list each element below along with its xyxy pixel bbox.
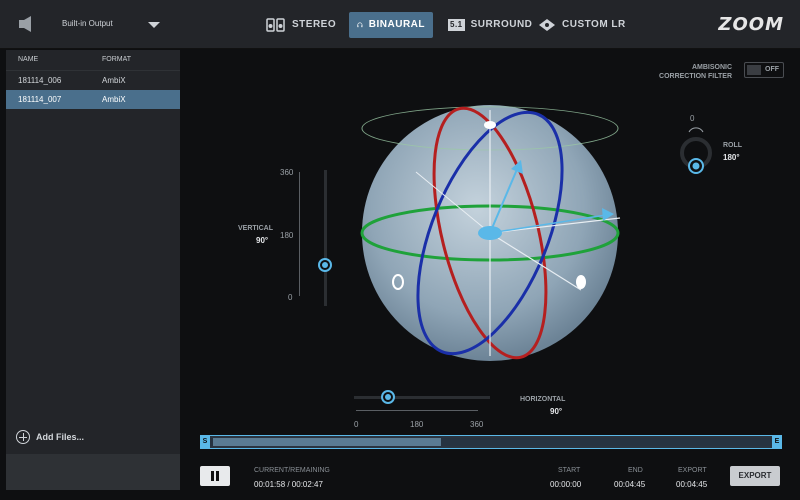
output-device-label: Built-in Output [62, 19, 113, 28]
column-header-format[interactable]: FORMAT [102, 50, 131, 70]
tab-custom-lr-label: CUSTOM LR [562, 19, 626, 30]
surround-51-icon: 5.1 [448, 19, 465, 31]
tab-binaural[interactable]: BINAURAL [349, 12, 433, 38]
pause-button[interactable] [200, 466, 230, 486]
tab-binaural-label: BINAURAL [368, 19, 425, 30]
sidebar-footer [6, 454, 180, 490]
end-label: END [628, 467, 643, 474]
speaker-icon[interactable] [18, 15, 38, 33]
file-name: 181114_007 [18, 95, 62, 104]
vertical-tick-180: 180 [280, 231, 294, 240]
export-duration-value: 00:04:45 [676, 480, 708, 489]
timeline-progress [213, 438, 441, 446]
vertical-slider-handle[interactable] [318, 258, 332, 272]
tab-stereo-label: STEREO [292, 19, 337, 30]
current-remaining-value: 00:01:58 / 00:02:47 [254, 480, 323, 489]
file-list-panel: NAME FORMAT 181114_006 AmbiX 181114_007 … [6, 50, 180, 490]
horizontal-tick-180: 180 [410, 420, 424, 429]
file-name: 181114_006 [18, 76, 62, 85]
file-row[interactable]: 181114_006 AmbiX [6, 71, 180, 90]
tab-stereo[interactable]: STEREO [258, 12, 344, 38]
roll-dial[interactable] [676, 125, 716, 175]
horizontal-tick-0: 0 [354, 420, 359, 429]
custom-lr-icon [539, 19, 555, 31]
export-button[interactable]: EXPORT [730, 466, 780, 486]
horizontal-value: 90° [550, 407, 563, 416]
horizontal-slider-handle[interactable] [381, 390, 395, 404]
tab-custom-lr[interactable]: CUSTOM LR [530, 12, 634, 38]
stereo-icon [266, 18, 285, 32]
headphones-icon [357, 22, 363, 28]
current-remaining-label: CURRENT/REMAINING [254, 467, 330, 474]
toggle-state: OFF [765, 66, 779, 73]
horizontal-slider-track[interactable] [354, 396, 490, 399]
main-panel: AMBISONIC CORRECTION FILTER OFF 0 ROLL 1… [186, 50, 796, 490]
toggle-knob [747, 65, 761, 75]
ambisonic-label-line2: CORRECTION FILTER [659, 73, 732, 80]
chevron-down-icon [148, 22, 160, 28]
roll-dial-top-label: 0 [690, 114, 695, 123]
horizontal-label: HORIZONTAL [520, 396, 566, 403]
file-list-header: NAME FORMAT [6, 50, 180, 71]
timeline-start-marker[interactable]: S [200, 435, 210, 449]
vertical-value: 90° [256, 236, 269, 245]
tab-surround[interactable]: 5.1 SURROUND [440, 12, 540, 38]
ambisonic-filter-label: AMBISONIC CORRECTION FILTER [659, 63, 732, 81]
vertical-slider-track[interactable] [324, 170, 327, 306]
top-bar: Built-in Output STEREO BINAURAL 5.1 SURR… [0, 0, 800, 49]
tab-surround-label: SURROUND [470, 19, 533, 30]
end-value: 00:04:45 [614, 480, 646, 489]
export-duration-label: EXPORT [678, 467, 707, 474]
vertical-tick-360: 360 [280, 168, 294, 177]
timeline-end-marker[interactable]: E [772, 435, 782, 449]
roll-label: ROLL [723, 142, 743, 149]
file-format: AmbiX [102, 76, 126, 85]
start-value: 00:00:00 [550, 480, 582, 489]
roll-value: 180° [723, 153, 740, 162]
column-header-name[interactable]: NAME [18, 50, 102, 70]
add-files-button[interactable]: Add Files... [16, 430, 84, 444]
zoom-logo: ZOOM [718, 14, 784, 35]
add-files-label: Add Files... [36, 432, 85, 442]
horizontal-tick-360: 360 [470, 420, 484, 429]
output-device-select[interactable]: Built-in Output [62, 13, 162, 35]
vertical-label: VERTICAL [238, 225, 273, 232]
ambisonic-label-line1: AMBISONIC [691, 64, 732, 71]
ambisonic-filter-toggle[interactable]: OFF [744, 62, 784, 78]
plus-circle-icon [16, 430, 30, 444]
start-label: START [558, 467, 581, 474]
vertical-tick-0: 0 [288, 293, 293, 302]
ambisonic-sphere[interactable] [356, 100, 626, 370]
horizontal-scale [356, 410, 478, 416]
file-format: AmbiX [102, 95, 126, 104]
vertical-scale [296, 172, 300, 296]
file-row-selected[interactable]: 181114_007 AmbiX [6, 90, 180, 109]
playback-timeline[interactable]: S E [200, 435, 782, 449]
